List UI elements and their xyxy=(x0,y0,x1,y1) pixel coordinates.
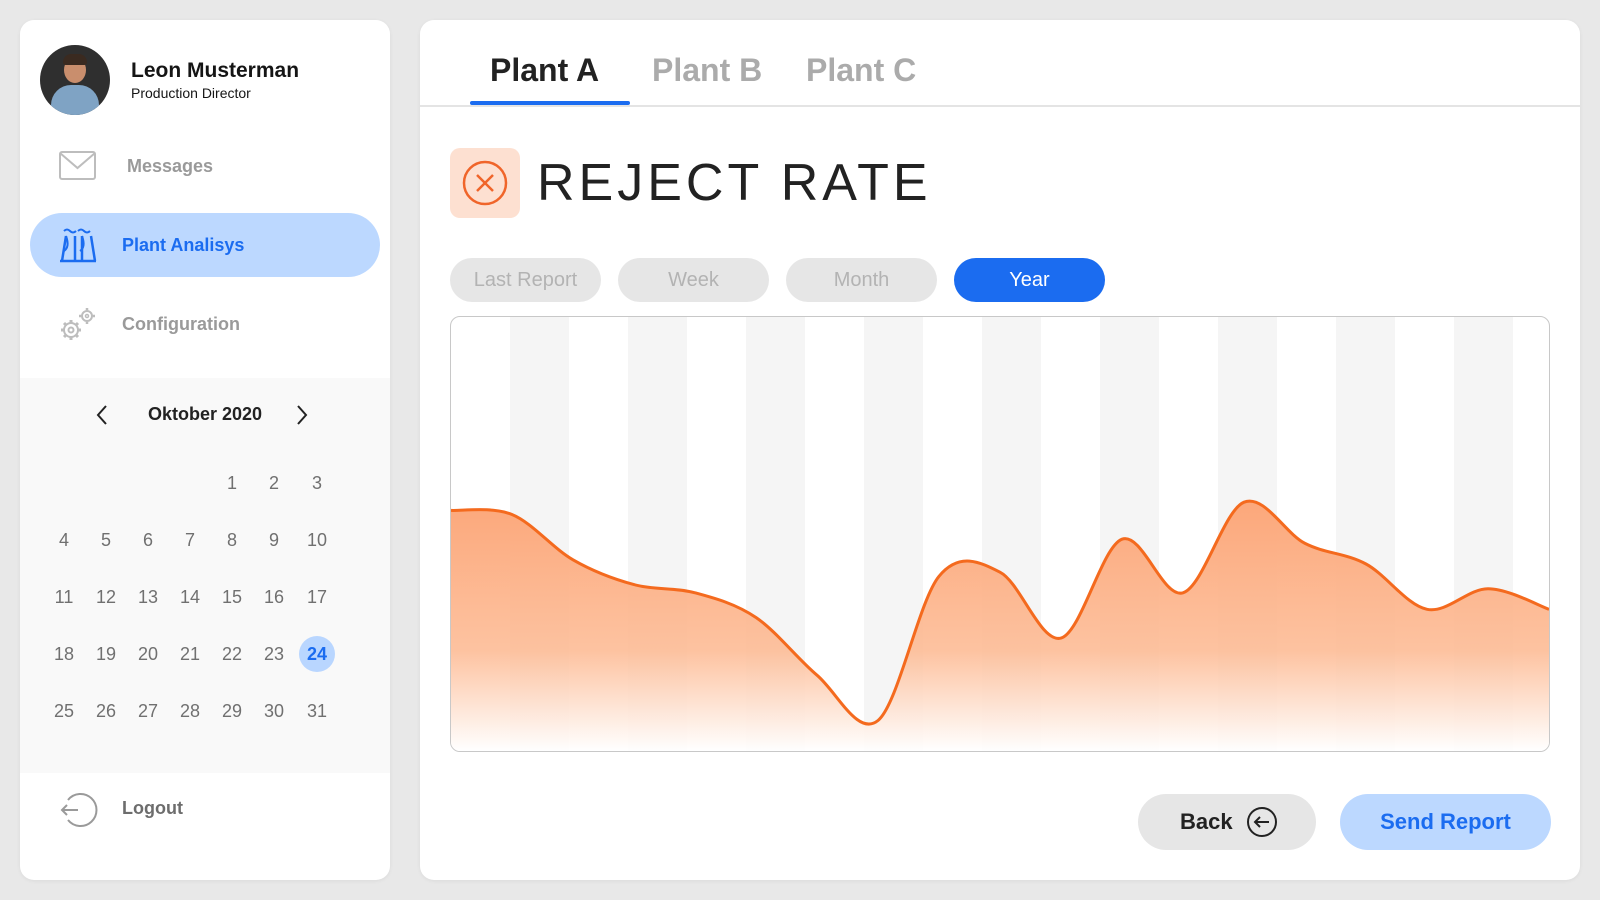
tab-plant-b[interactable]: Plant B xyxy=(652,52,762,89)
back-button-label: Back xyxy=(1180,809,1233,834)
send-report-button[interactable]: Send Report xyxy=(1340,794,1551,850)
calendar-day[interactable]: 3 xyxy=(299,465,335,501)
calendar-day[interactable]: 25 xyxy=(46,693,82,729)
calendar-day[interactable]: 13 xyxy=(130,579,166,615)
calendar-day[interactable]: 7 xyxy=(172,522,208,558)
calendar-day[interactable]: 26 xyxy=(88,693,124,729)
calendar-day[interactable]: 2 xyxy=(256,465,292,501)
calendar-day[interactable]: 27 xyxy=(130,693,166,729)
filter-last-report[interactable]: Last Report xyxy=(450,258,601,302)
calendar-day[interactable]: 11 xyxy=(46,579,82,615)
calendar-day[interactable]: 8 xyxy=(214,522,250,558)
active-tab-indicator xyxy=(470,101,630,105)
envelope-icon xyxy=(59,151,96,180)
calendar-month-label: Oktober 2020 xyxy=(147,404,263,424)
filter-week[interactable]: Week xyxy=(618,258,769,302)
calendar-day[interactable]: 23 xyxy=(256,636,292,672)
user-profile: Leon Musterman Production Director xyxy=(40,45,299,115)
chevron-right-icon[interactable] xyxy=(292,400,312,430)
send-report-label: Send Report xyxy=(1380,809,1511,834)
calendar-day[interactable]: 9 xyxy=(256,522,292,558)
reject-rate-chart xyxy=(450,316,1550,752)
avatar xyxy=(40,45,110,115)
plant-tabs: Plant A Plant B Plant C xyxy=(420,20,1580,107)
reject-icon xyxy=(450,148,520,218)
logout-label: Logout xyxy=(122,798,183,818)
calendar-day[interactable]: 24 xyxy=(299,636,335,672)
calendar-day[interactable]: 17 xyxy=(299,579,335,615)
calendar-day[interactable]: 15 xyxy=(214,579,250,615)
nav-label-configuration: Configuration xyxy=(122,313,240,334)
calendar: Oktober 2020 1 2 3 4 5 6 7 8 9 10 11 12 13 14 15 16 17 18… xyxy=(20,378,390,773)
page-title: REJECT RATE xyxy=(537,154,932,212)
user-name: Leon Musterman xyxy=(131,59,300,82)
main-panel: Plant A Plant B Plant C REJECT RATE Last… xyxy=(420,20,1580,880)
arrow-left-circle-icon xyxy=(1247,807,1277,837)
calendar-day[interactable]: 20 xyxy=(130,636,166,672)
calendar-day[interactable]: 22 xyxy=(214,636,250,672)
tab-plant-a[interactable]: Plant A xyxy=(490,52,599,89)
calendar-day[interactable]: 12 xyxy=(88,579,124,615)
user-role: Production Director xyxy=(131,85,251,101)
calendar-day[interactable]: 5 xyxy=(88,522,124,558)
calendar-day[interactable]: 14 xyxy=(172,579,208,615)
factory-icon xyxy=(60,228,97,263)
calendar-day[interactable]: 19 xyxy=(88,636,124,672)
calendar-day[interactable]: 1 xyxy=(214,465,250,501)
nav-item-plant-analysis[interactable]: Plant Analisys xyxy=(30,213,380,277)
logout-button[interactable]: Logout xyxy=(30,780,380,840)
calendar-day[interactable]: 30 xyxy=(256,693,292,729)
nav-label-plant-analysis: Plant Analisys xyxy=(122,234,245,255)
calendar-day[interactable]: 16 xyxy=(256,579,292,615)
calendar-day[interactable]: 28 xyxy=(172,693,208,729)
logout-icon xyxy=(60,793,98,827)
sidebar: Leon Musterman Production Director Messa… xyxy=(20,20,390,880)
calendar-day[interactable]: 6 xyxy=(130,522,166,558)
nav-item-messages[interactable]: Messages xyxy=(30,134,380,198)
nav-item-configuration[interactable]: Configuration xyxy=(30,292,380,356)
calendar-day[interactable]: 18 xyxy=(46,636,82,672)
nav-label-messages: Messages xyxy=(127,155,214,176)
calendar-day[interactable]: 31 xyxy=(299,693,335,729)
tab-plant-c[interactable]: Plant C xyxy=(806,52,916,89)
calendar-day[interactable]: 4 xyxy=(46,522,82,558)
filter-year[interactable]: Year xyxy=(954,258,1105,302)
chart-svg xyxy=(451,317,1549,751)
gears-icon xyxy=(61,308,95,340)
calendar-day[interactable]: 29 xyxy=(214,693,250,729)
calendar-day[interactable]: 21 xyxy=(172,636,208,672)
back-button[interactable]: Back xyxy=(1138,794,1316,850)
calendar-day[interactable]: 10 xyxy=(299,522,335,558)
filter-month[interactable]: Month xyxy=(786,258,937,302)
calendar-header: Oktober 2020 xyxy=(20,400,390,430)
